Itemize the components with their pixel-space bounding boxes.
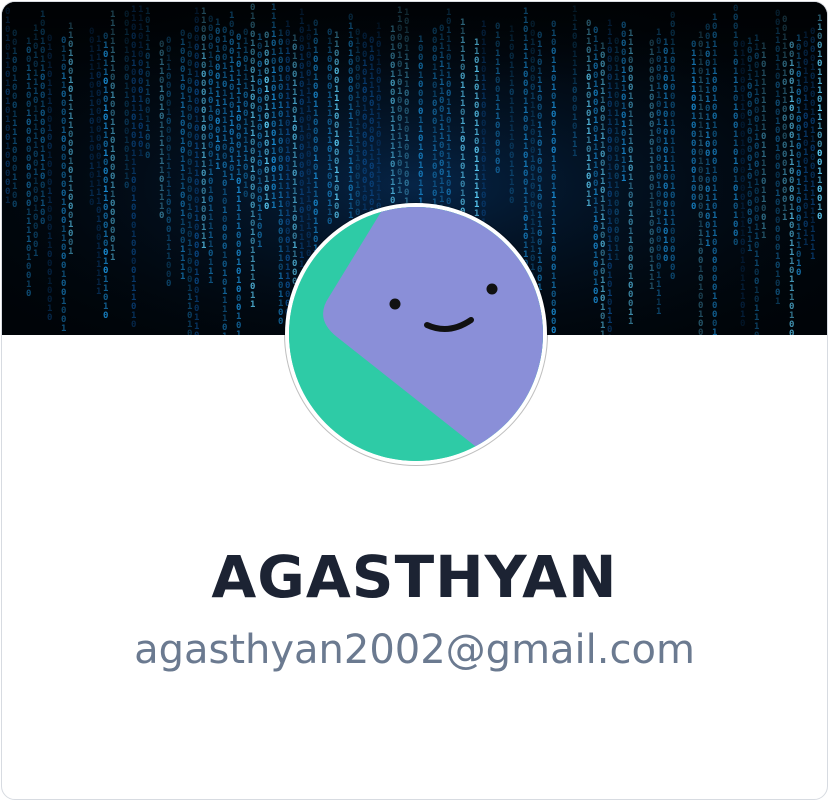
smiley-face-icon <box>289 207 543 461</box>
profile-email[interactable]: agasthyan2002@gmail.com <box>2 625 827 675</box>
profile-name: AGASTHYAN <box>211 543 618 611</box>
profile-card: 0101011010101001000001001001000111100011… <box>1 1 828 800</box>
avatar[interactable] <box>285 203 547 465</box>
